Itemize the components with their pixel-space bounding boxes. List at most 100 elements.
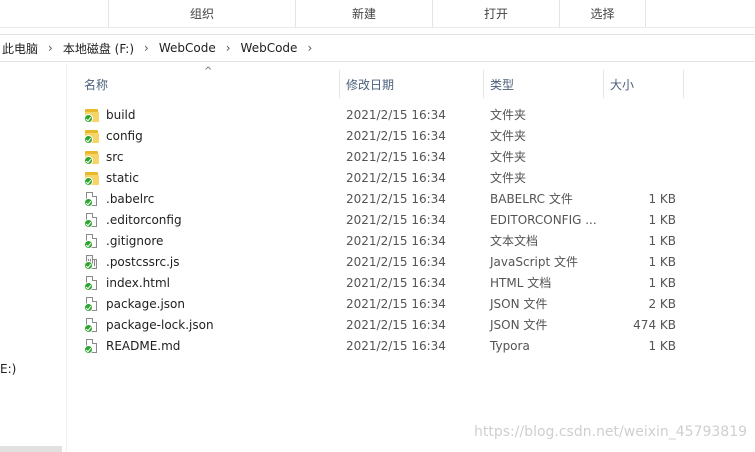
file-modified-date: 2021/2/15 16:34: [346, 191, 446, 206]
file-name-cell[interactable]: .gitignore: [84, 233, 163, 249]
file-name-cell[interactable]: src: [84, 149, 124, 165]
column-header-name-label: 名称: [84, 77, 109, 92]
sync-check-icon: [84, 218, 93, 228]
file-icon: [84, 296, 100, 312]
file-name: index.html: [106, 275, 170, 290]
file-name: config: [106, 128, 143, 143]
ribbon-group-open[interactable]: 打开: [433, 0, 560, 27]
file-row[interactable]: README.md 2021/2/15 16:34 Typora 1 KB: [78, 335, 698, 356]
file-row[interactable]: .babelrc 2021/2/15 16:34 BABELRC 文件 1 KB: [78, 188, 698, 209]
file-row[interactable]: .gitignore 2021/2/15 16:34 文本文档 1 KB: [78, 230, 698, 251]
file-name-cell[interactable]: package.json: [84, 296, 185, 312]
file-type: JavaScript 文件: [490, 255, 578, 269]
file-name-cell[interactable]: package-lock.json: [84, 317, 214, 333]
file-name: static: [106, 170, 139, 185]
file-size: 1 KB: [648, 275, 676, 290]
file-size: 1 KB: [648, 212, 676, 227]
file-name-cell[interactable]: build: [84, 107, 136, 123]
breadcrumb-webcode-current[interactable]: WebCode: [239, 41, 300, 55]
file-modified-date: 2021/2/15 16:34: [346, 254, 446, 269]
file-row[interactable]: index.html 2021/2/15 16:34 HTML 文档 1 KB: [78, 272, 698, 293]
ribbon: 组织 新建 打开 选择: [0, 0, 755, 30]
breadcrumb-chevron-icon[interactable]: ›: [218, 41, 239, 55]
file-icon: [84, 317, 100, 333]
file-modified-date: 2021/2/15 16:34: [346, 317, 446, 332]
file-row[interactable]: package-lock.json 2021/2/15 16:34 JSON 文件 4…: [78, 314, 698, 335]
file-row[interactable]: config 2021/2/15 16:34 文件夹: [78, 125, 698, 146]
ribbon-group-new[interactable]: 新建: [296, 0, 433, 27]
folder-icon: [84, 107, 100, 123]
file-modified-date: 2021/2/15 16:34: [346, 338, 446, 353]
file-size: 474 KB: [633, 317, 676, 332]
file-icon: [84, 233, 100, 249]
breadcrumb-drive[interactable]: 本地磁盘 (F:): [61, 40, 136, 57]
sync-check-icon: [84, 302, 93, 312]
file-row[interactable]: .postcssrc.js 2021/2/15 16:34 JavaScript 文…: [78, 251, 698, 272]
file-icon: [84, 191, 100, 207]
file-name: build: [106, 107, 136, 122]
file-type: 文件夹: [490, 150, 527, 164]
file-name: .babelrc: [106, 191, 155, 206]
sync-check-icon: [84, 176, 93, 186]
folder-icon: [84, 170, 100, 186]
column-header-size-label: 大小: [610, 77, 635, 92]
ribbon-group-select[interactable]: 选择: [560, 0, 646, 27]
file-modified-date: 2021/2/15 16:34: [346, 212, 446, 227]
sync-check-icon: [84, 134, 93, 144]
file-size: 1 KB: [648, 254, 676, 269]
file-modified-date: 2021/2/15 16:34: [346, 170, 446, 185]
file-icon: [84, 212, 100, 228]
file-name: src: [106, 149, 124, 164]
file-row[interactable]: build 2021/2/15 16:34 文件夹: [78, 104, 698, 125]
breadcrumb-chevron-icon[interactable]: ›: [299, 41, 320, 55]
file-name: .gitignore: [106, 233, 164, 248]
column-header-type[interactable]: 类型: [484, 70, 604, 98]
file-name-cell[interactable]: .babelrc: [84, 191, 154, 207]
file-modified-date: 2021/2/15 16:34: [346, 149, 446, 164]
file-size: 2 KB: [648, 296, 676, 311]
file-icon: [84, 275, 100, 291]
file-name-cell[interactable]: index.html: [84, 275, 170, 291]
file-name-cell[interactable]: .editorconfig: [84, 212, 182, 228]
file-row[interactable]: .editorconfig 2021/2/15 16:34 EDITORCONFIG…: [78, 209, 698, 230]
breadcrumb-chevron-icon[interactable]: ›: [40, 41, 61, 55]
sync-check-icon: [84, 155, 93, 165]
nav-item-drive-e[interactable]: E:): [0, 362, 16, 376]
column-header-size[interactable]: 大小: [604, 70, 684, 98]
file-row[interactable]: package.json 2021/2/15 16:34 JSON 文件 2 KB: [78, 293, 698, 314]
file-name: package.json: [106, 296, 186, 311]
sync-check-icon: [84, 113, 93, 123]
file-name-cell[interactable]: static: [84, 170, 139, 186]
nav-horizontal-scrollbar[interactable]: [0, 446, 62, 452]
file-name-cell[interactable]: README.md: [84, 338, 180, 354]
file-icon: [84, 338, 100, 354]
address-bar[interactable]: 此电脑 › 本地磁盘 (F:) › WebCode › WebCode ›: [0, 34, 755, 62]
file-type: JSON 文件: [490, 297, 548, 311]
navigation-pane: [0, 64, 67, 452]
column-header-date[interactable]: 修改日期: [340, 70, 484, 98]
breadcrumb-webcode-parent[interactable]: WebCode: [157, 41, 218, 55]
file-name-cell[interactable]: .postcssrc.js: [84, 254, 180, 270]
column-header-type-label: 类型: [490, 77, 515, 92]
file-size: 1 KB: [648, 338, 676, 353]
breadcrumb-this-pc[interactable]: 此电脑: [0, 40, 40, 57]
file-name: .editorconfig: [106, 212, 182, 227]
sync-check-icon: [84, 323, 93, 333]
file-modified-date: 2021/2/15 16:34: [346, 275, 446, 290]
file-type: BABELRC 文件: [490, 192, 573, 206]
file-explorer-window: 组织 新建 打开 选择 此电脑 › 本地磁盘 (F:) › WebCode › …: [0, 0, 755, 452]
file-name-cell[interactable]: config: [84, 128, 143, 144]
ribbon-group-organize[interactable]: 组织: [109, 0, 296, 27]
sync-check-icon: [84, 281, 93, 291]
file-type: 文件夹: [490, 171, 527, 185]
file-type: HTML 文档: [490, 276, 552, 290]
sync-check-icon: [84, 344, 93, 354]
file-row[interactable]: src 2021/2/15 16:34 文件夹: [78, 146, 698, 167]
file-modified-date: 2021/2/15 16:34: [346, 107, 446, 122]
folder-icon: [84, 149, 100, 165]
file-name: README.md: [106, 338, 181, 353]
column-header-name[interactable]: 名称: [78, 70, 340, 98]
breadcrumb-chevron-icon[interactable]: ›: [136, 41, 157, 55]
file-row[interactable]: static 2021/2/15 16:34 文件夹: [78, 167, 698, 188]
column-header-date-label: 修改日期: [346, 77, 395, 92]
